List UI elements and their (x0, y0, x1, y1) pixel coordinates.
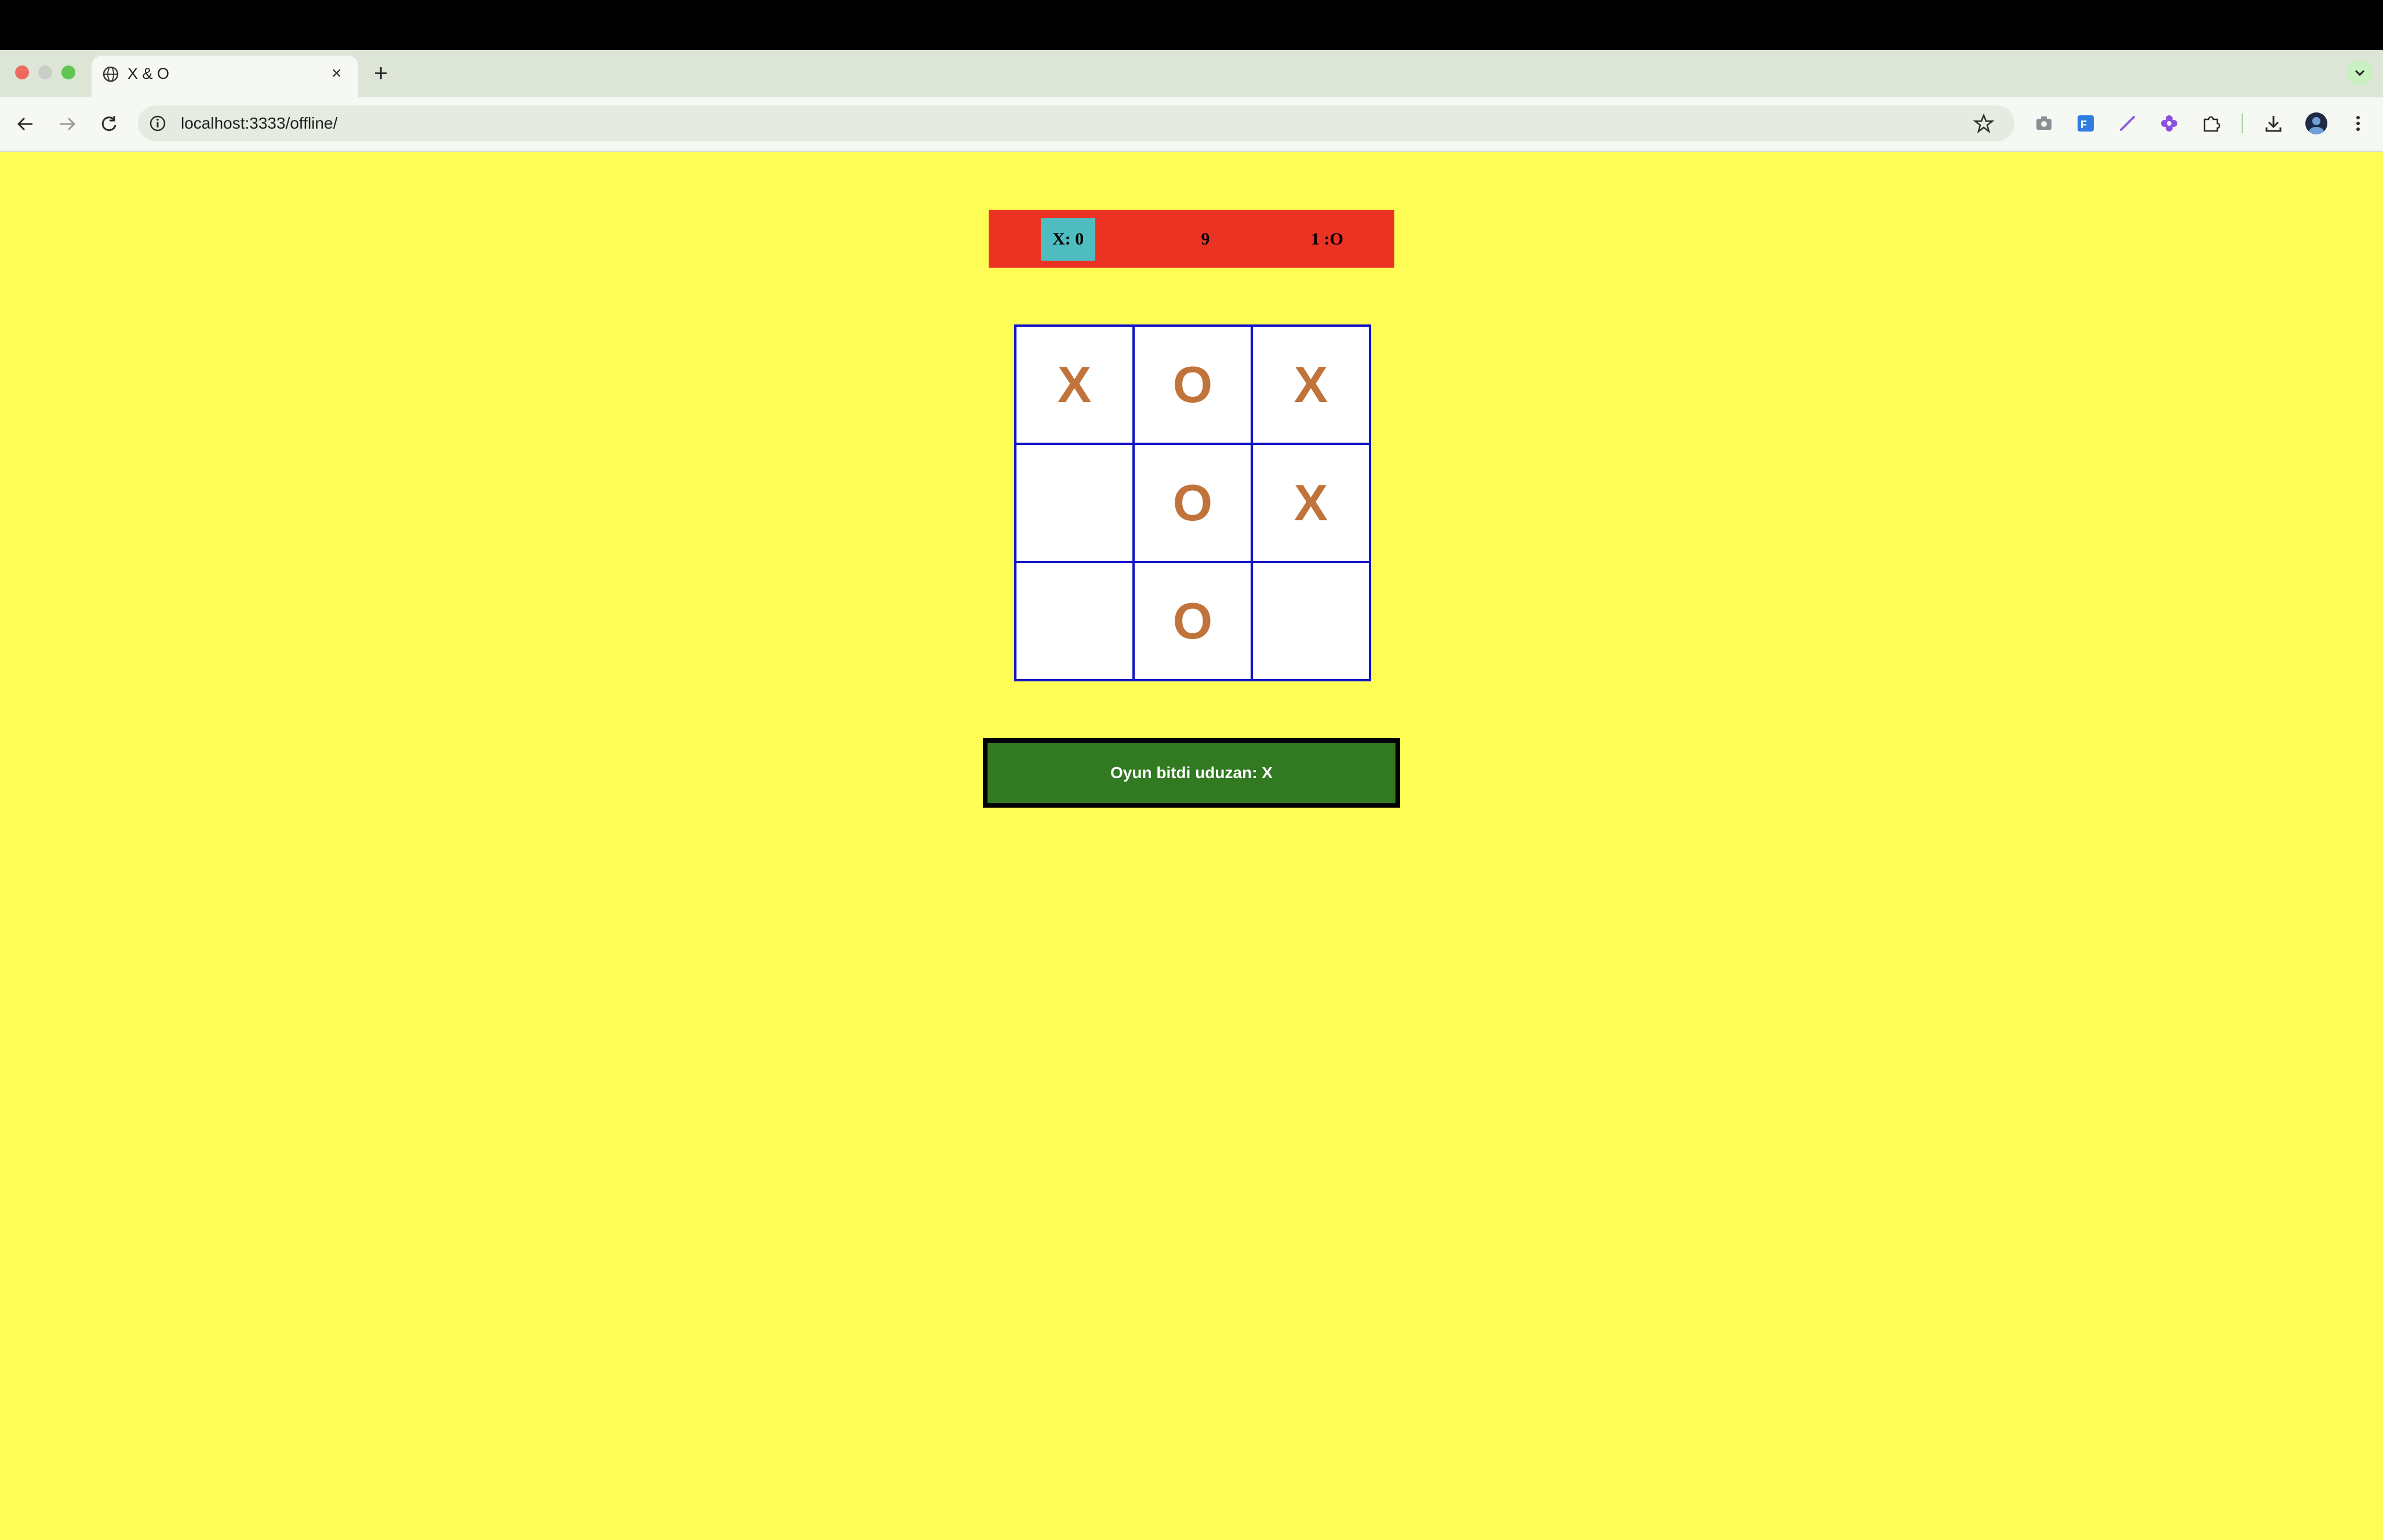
address-bar[interactable] (138, 105, 2014, 141)
window-minimize-button[interactable] (38, 65, 52, 79)
board-cell-6[interactable]: X (1252, 444, 1370, 562)
translate-icon[interactable]: F (2075, 112, 2097, 134)
x-score: X: 0 (1041, 218, 1095, 261)
url-text[interactable]: localhost:3333/offline/ (181, 113, 337, 134)
o-score: 1 :O (1311, 229, 1343, 249)
move-count: 9 (1201, 229, 1210, 249)
close-icon[interactable]: × (331, 64, 342, 83)
pen-icon[interactable] (2116, 112, 2138, 134)
window-maximize-button[interactable] (61, 65, 75, 79)
toolbar-separator (2242, 114, 2243, 133)
tab-title: X & O (127, 65, 170, 82)
avatar[interactable] (2305, 112, 2327, 134)
flower-icon[interactable] (2158, 112, 2180, 134)
window-close-button[interactable] (15, 65, 29, 79)
game-over-message: Oyun bitdi uduzan: X (983, 738, 1400, 808)
puzzle-icon[interactable] (2200, 112, 2222, 134)
game-board: X O X O X O (1014, 324, 1371, 681)
download-icon[interactable] (2262, 112, 2284, 134)
screen: X & O × + localhost:3333/offline/ F X: 0… (0, 0, 2383, 1540)
board-cell-4[interactable] (1015, 444, 1134, 562)
plus-icon[interactable]: + (374, 60, 388, 86)
back-arrow-icon[interactable] (13, 111, 38, 137)
board-cell-2[interactable]: O (1134, 326, 1252, 444)
board-cell-7[interactable] (1015, 562, 1134, 680)
board-cell-3[interactable]: X (1252, 326, 1370, 444)
info-icon[interactable] (148, 114, 167, 133)
globe-icon (102, 65, 119, 83)
svg-text:F: F (2080, 119, 2087, 130)
board-cell-9[interactable] (1252, 562, 1370, 680)
camera-icon[interactable] (2033, 112, 2055, 134)
chevron-down-icon[interactable] (2347, 60, 2373, 86)
reload-icon[interactable] (96, 111, 122, 137)
more-icon[interactable] (2347, 112, 2369, 134)
star-icon[interactable] (1973, 112, 1995, 134)
menu-bar-strip (0, 0, 2383, 50)
board-cell-8[interactable]: O (1134, 562, 1252, 680)
forward-arrow-icon[interactable] (54, 111, 80, 137)
board-cell-1[interactable]: X (1015, 326, 1134, 444)
board-cell-5[interactable]: O (1134, 444, 1252, 562)
